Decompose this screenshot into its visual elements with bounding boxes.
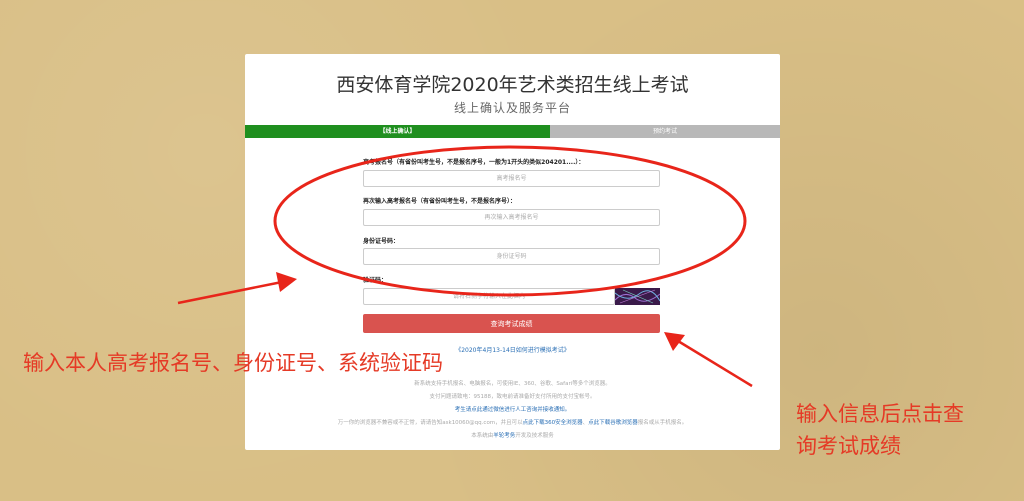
annotation-input-instruction: 输入本人高考报名号、身份证号、系统验证码 xyxy=(23,351,443,375)
right-arrow-icon xyxy=(664,332,753,388)
highlight-ellipse xyxy=(273,145,747,297)
left-arrow-icon xyxy=(177,272,297,305)
annotation-click-line2: 询考试成绩 xyxy=(796,434,901,458)
annotation-click-instruction: 输入信息后点击查 询考试成绩 xyxy=(796,398,964,462)
annotation-click-line1: 输入信息后点击查 xyxy=(796,402,964,426)
